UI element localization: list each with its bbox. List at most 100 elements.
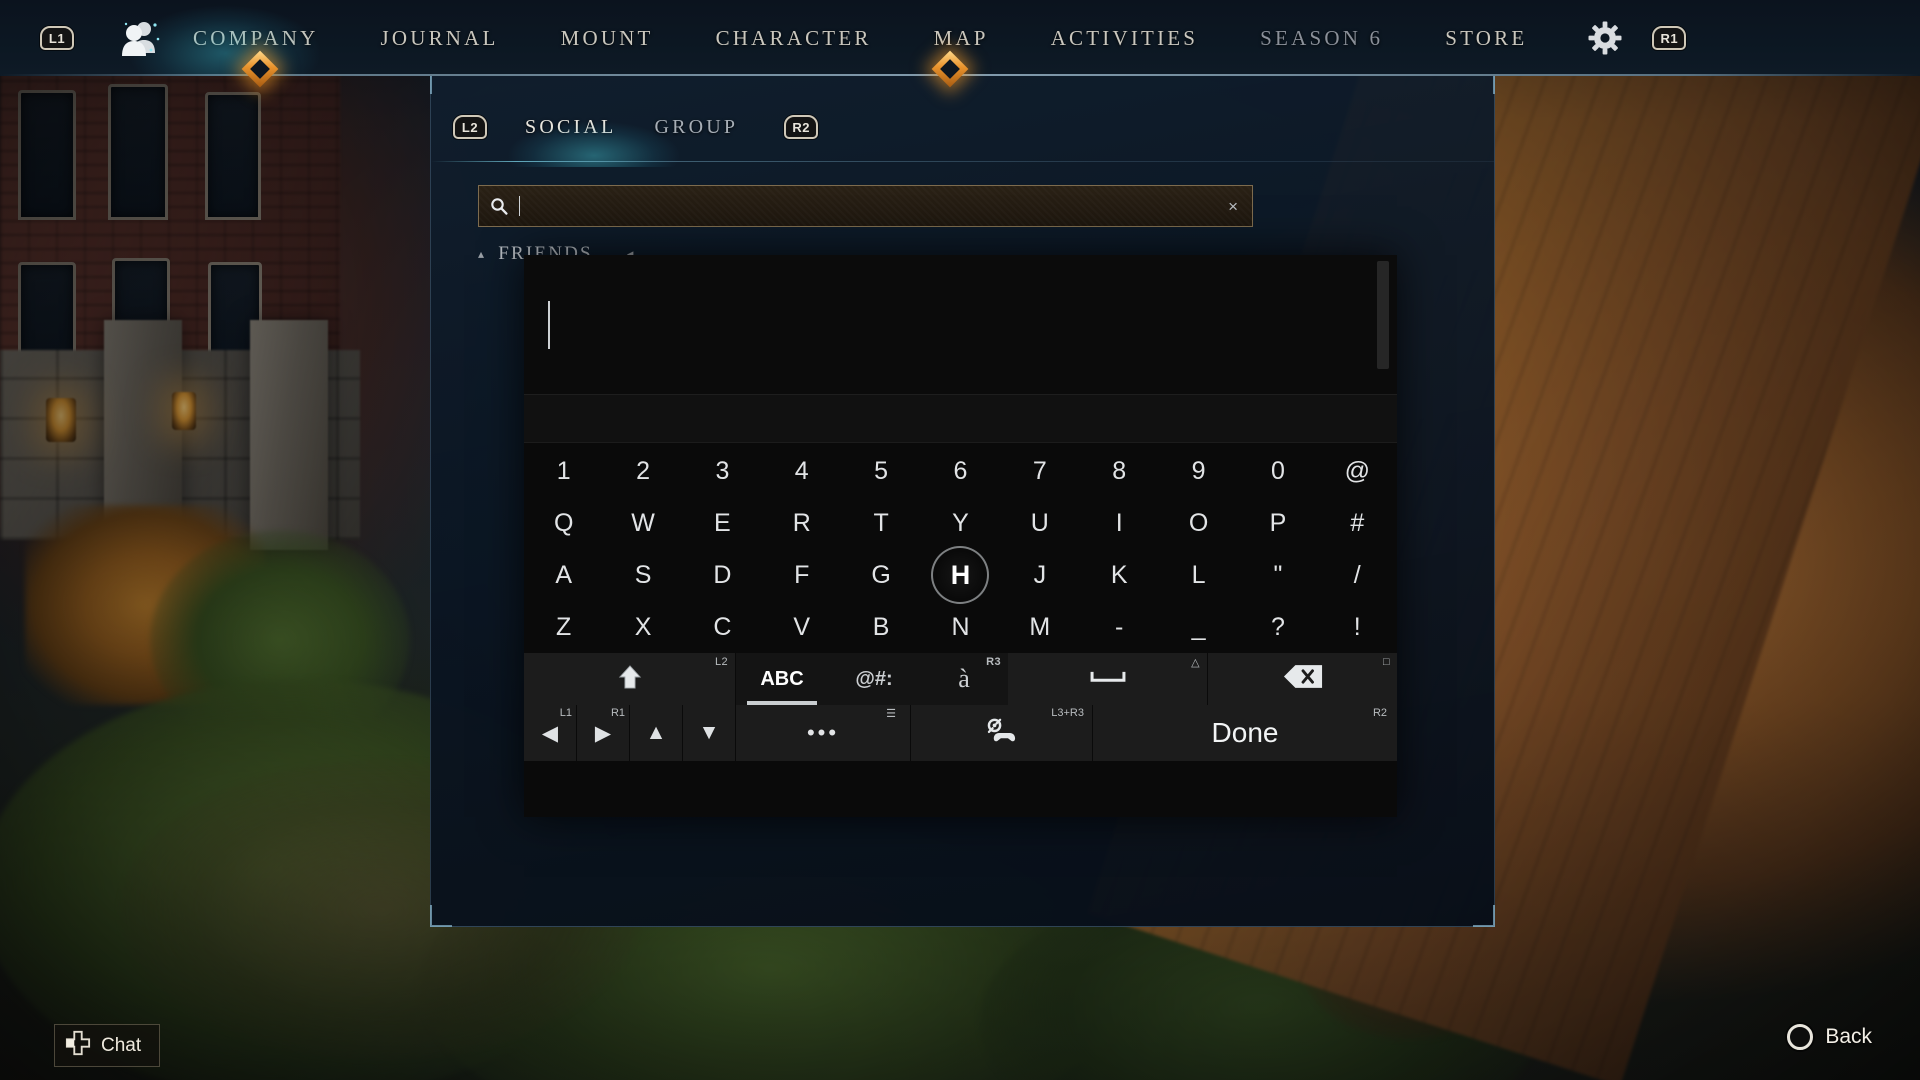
key-x[interactable]: X (603, 601, 682, 653)
r1-bumper-badge[interactable]: R1 (1652, 26, 1687, 50)
key-underscore[interactable]: _ (1159, 601, 1238, 653)
cursor-right-badge: R1 (610, 707, 625, 719)
key-quote[interactable]: " (1238, 549, 1317, 601)
nav-item-mount[interactable]: MOUNT (561, 26, 654, 51)
key-s[interactable]: S (603, 549, 682, 601)
key-6[interactable]: 6 (921, 445, 1000, 497)
key-c[interactable]: C (683, 601, 762, 653)
nav-item-activities[interactable]: ACTIVITIES (1051, 26, 1198, 51)
cursor-left-button[interactable]: L1 ◀ (524, 705, 577, 761)
chat-button[interactable]: Chat (54, 1024, 161, 1067)
keyboard-row-asdf: A S D F G H J K L " / (524, 546, 1397, 604)
keyboard-text-input[interactable] (524, 255, 1397, 395)
shift-key[interactable]: L2 (524, 653, 736, 705)
key-e[interactable]: E (683, 497, 762, 549)
key-l[interactable]: L (1159, 549, 1238, 601)
key-hyphen[interactable]: - (1080, 601, 1159, 653)
panel-corner-bottom-right (1473, 905, 1495, 927)
r2-trigger-badge[interactable]: R2 (784, 115, 819, 139)
nav-item-store[interactable]: STORE (1445, 26, 1527, 51)
key-g[interactable]: G (841, 549, 920, 601)
gear-icon[interactable] (1588, 21, 1622, 55)
key-hash[interactable]: # (1318, 497, 1397, 549)
key-n[interactable]: N (921, 601, 1000, 653)
key-p[interactable]: P (1238, 497, 1317, 549)
nav-item-map[interactable]: MAP (934, 26, 989, 51)
nav-item-journal[interactable]: JOURNAL (381, 26, 499, 51)
key-at[interactable]: @ (1318, 445, 1397, 497)
space-key[interactable]: △ (1008, 653, 1208, 705)
key-j[interactable]: J (1000, 549, 1079, 601)
backspace-key[interactable]: □ (1208, 653, 1397, 705)
back-button[interactable]: Back (1787, 1024, 1872, 1050)
mode-symbols[interactable]: @#: (828, 653, 920, 705)
virtual-keyboard[interactable]: 1 2 3 4 5 6 7 8 9 0 @ Q W E R T Y U I O … (524, 255, 1397, 817)
key-h[interactable]: H (921, 546, 1000, 604)
input-mode-button[interactable]: L3+R3 (911, 705, 1093, 761)
more-options-button[interactable]: ☰ ••• (736, 705, 911, 761)
key-r[interactable]: R (762, 497, 841, 549)
key-4[interactable]: 4 (762, 445, 841, 497)
mode-accents[interactable]: R3 à (920, 653, 1008, 705)
done-button[interactable]: R2 Done (1093, 705, 1397, 761)
cursor-down-button[interactable]: ▼ (683, 705, 736, 761)
friends-icon[interactable] (118, 19, 162, 57)
key-slash[interactable]: / (1318, 549, 1397, 601)
key-3[interactable]: 3 (683, 445, 762, 497)
key-5[interactable]: 5 (841, 445, 920, 497)
key-a[interactable]: A (524, 549, 603, 601)
key-f[interactable]: F (762, 549, 841, 601)
key-z[interactable]: Z (524, 601, 603, 653)
key-k[interactable]: K (1080, 549, 1159, 601)
key-i[interactable]: I (1080, 497, 1159, 549)
ellipsis-icon: ••• (806, 720, 840, 745)
key-v[interactable]: V (762, 601, 841, 653)
building-window (18, 90, 76, 220)
space-bar-icon (1089, 669, 1127, 689)
key-m[interactable]: M (1000, 601, 1079, 653)
key-t[interactable]: T (841, 497, 920, 549)
cursor-right-button[interactable]: R1 ▶ (577, 705, 630, 761)
search-input[interactable]: × (478, 185, 1253, 227)
search-clear-icon[interactable]: × (1228, 198, 1238, 215)
cursor-left-badge: L1 (559, 707, 572, 719)
key-question[interactable]: ? (1238, 601, 1317, 653)
l1-bumper-badge[interactable]: L1 (40, 26, 74, 50)
mode-abc[interactable]: ABC (736, 653, 828, 705)
arrow-down-icon: ▼ (698, 721, 720, 744)
key-u[interactable]: U (1000, 497, 1079, 549)
tab-group[interactable]: GROUP (654, 116, 738, 139)
key-b[interactable]: B (841, 601, 920, 653)
key-8[interactable]: 8 (1080, 445, 1159, 497)
l2-trigger-badge[interactable]: L2 (453, 115, 487, 139)
key-1[interactable]: 1 (524, 445, 603, 497)
cursor-up-button[interactable]: ▲ (630, 705, 683, 761)
search-icon (490, 197, 508, 215)
key-0[interactable]: 0 (1238, 445, 1317, 497)
key-9[interactable]: 9 (1159, 445, 1238, 497)
key-exclaim[interactable]: ! (1318, 601, 1397, 653)
street-lamp (46, 398, 76, 442)
menu-icon: ☰ (886, 708, 896, 720)
nav-item-season[interactable]: SEASON 6 (1260, 26, 1383, 51)
key-w[interactable]: W (603, 497, 682, 549)
building-window (205, 92, 261, 220)
dpad-icon (65, 1030, 91, 1061)
scrollbar[interactable] (1377, 261, 1389, 369)
suggestion-bar (524, 395, 1397, 443)
street-lamp (172, 392, 196, 430)
nav-item-character[interactable]: CHARACTER (716, 26, 872, 51)
key-y[interactable]: Y (921, 497, 1000, 549)
mode-accents-glyph: à (958, 664, 970, 693)
tab-social[interactable]: SOCIAL (525, 116, 616, 139)
backspace-icon (1283, 664, 1323, 694)
keyboard-key-rows: 1 2 3 4 5 6 7 8 9 0 @ Q W E R T Y U I O … (524, 445, 1397, 653)
nav-item-company[interactable]: COMPANY (193, 26, 319, 51)
key-2[interactable]: 2 (603, 445, 682, 497)
key-o[interactable]: O (1159, 497, 1238, 549)
key-q[interactable]: Q (524, 497, 603, 549)
key-7[interactable]: 7 (1000, 445, 1079, 497)
nav-item-list: COMPANY JOURNAL MOUNT CHARACTER MAP ACTI… (162, 26, 1558, 51)
key-d[interactable]: D (683, 549, 762, 601)
building-window (108, 84, 168, 220)
